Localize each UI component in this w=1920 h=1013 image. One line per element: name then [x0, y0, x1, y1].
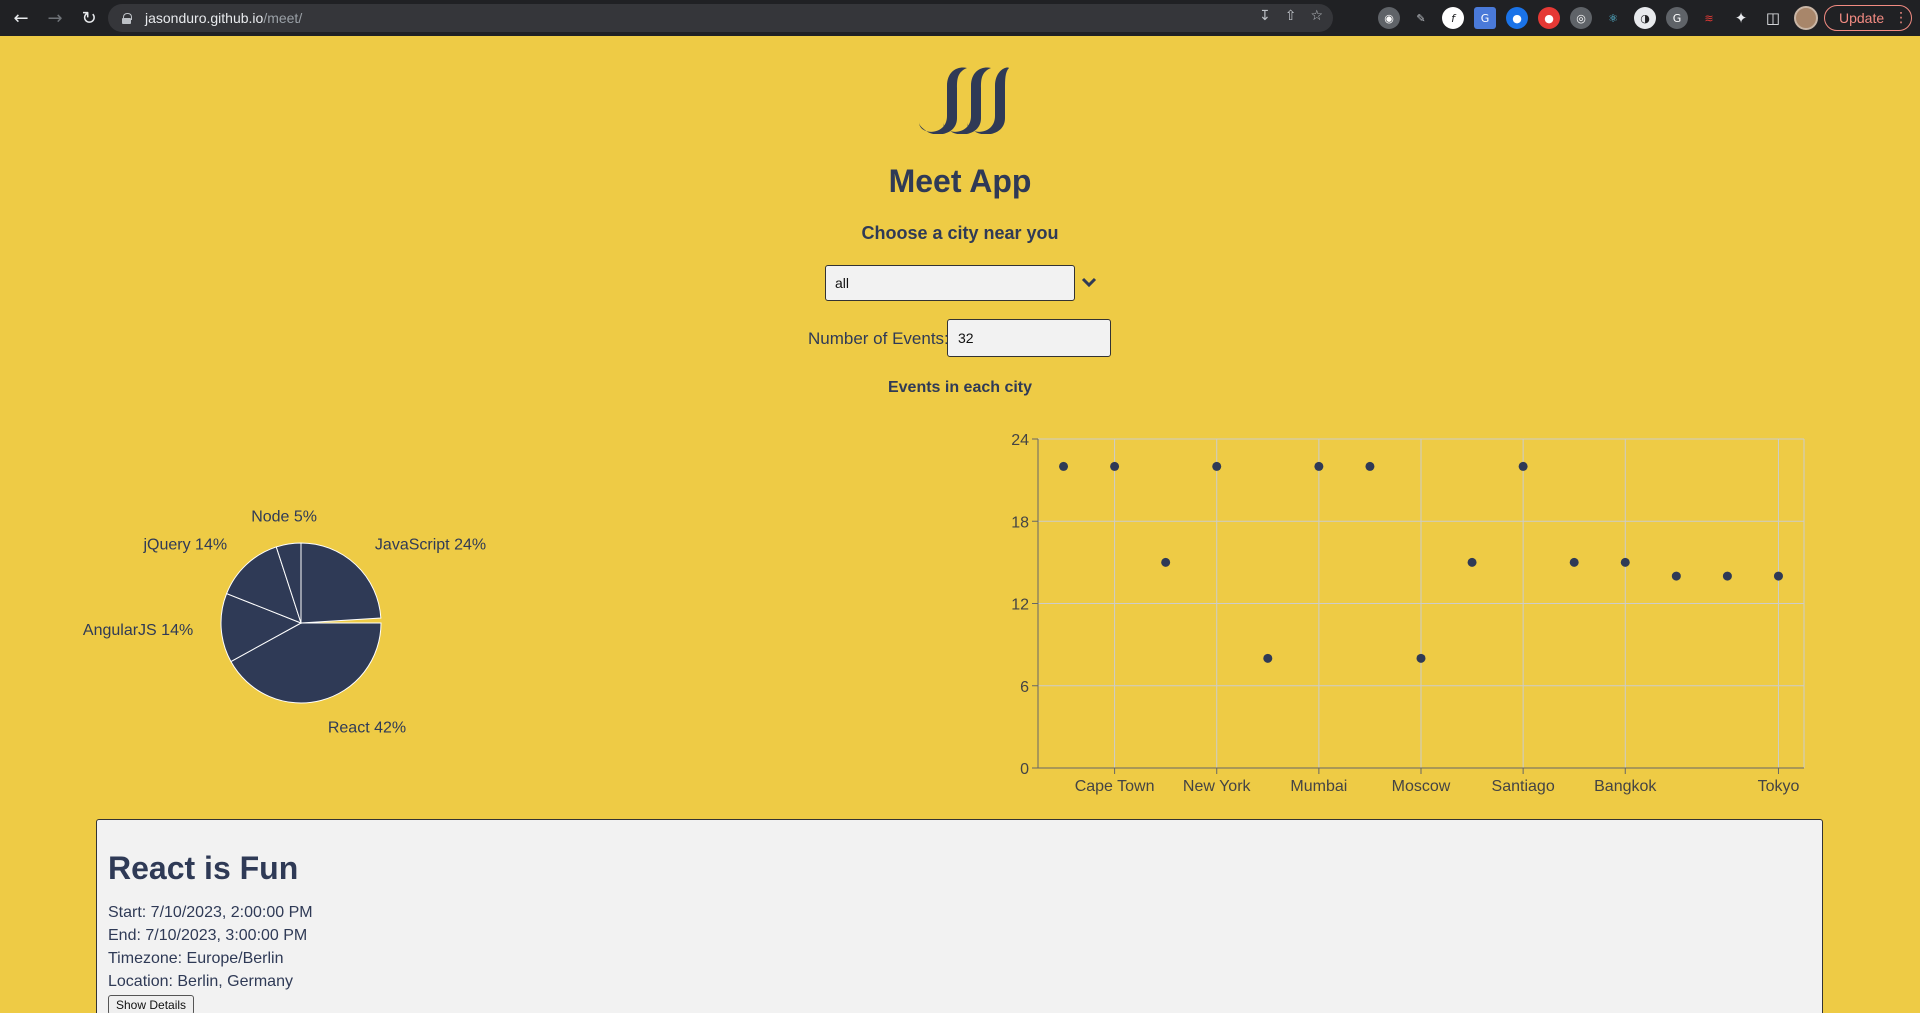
scatter-point[interactable]	[1467, 557, 1477, 567]
update-button[interactable]: Update ⋮	[1824, 5, 1912, 31]
x-tick-label: Mumbai	[1290, 778, 1347, 795]
redux-extension-icon[interactable]: ≋	[1698, 7, 1720, 29]
event-card: React is Fun Start: 7/10/2023, 2:00:00 P…	[96, 819, 1823, 1013]
side-panel-icon[interactable]: ◫	[1762, 7, 1784, 29]
event-start: Start: 7/10/2023, 2:00:00 PM	[108, 904, 313, 921]
y-tick-label: 12	[1011, 597, 1029, 614]
event-location: Location: Berlin, Germany	[108, 973, 293, 990]
grammar-extension-icon[interactable]: G	[1666, 7, 1688, 29]
app-title: Meet App	[888, 163, 1032, 199]
scatter-point[interactable]	[1518, 461, 1528, 471]
red-extension-icon[interactable]: ●	[1538, 7, 1560, 29]
chevron-down-icon[interactable]	[1080, 273, 1098, 291]
ring-extension-icon[interactable]: ◎	[1570, 7, 1592, 29]
scatter-point[interactable]	[1569, 557, 1579, 567]
menu-dots-icon: ⋮	[1894, 10, 1909, 26]
y-tick-label: 0	[1020, 761, 1029, 778]
font-extension-icon[interactable]: f	[1442, 7, 1464, 29]
scatter-point[interactable]	[1773, 571, 1783, 581]
event-timezone: Timezone: Europe/Berlin	[108, 950, 284, 967]
scatter-point[interactable]	[1620, 557, 1630, 567]
puzzle-extensions-icon[interactable]: ✦	[1730, 7, 1752, 29]
genre-pie-chart: React 42% AngularJS 14% jQuery 14% Node 5% J…	[83, 508, 486, 737]
circle-extension-icon[interactable]: ◑	[1634, 7, 1656, 29]
x-tick-label: New York	[1183, 778, 1252, 795]
number-of-events-input[interactable]	[947, 319, 1111, 357]
pie-label-angularjs: AngularJS 14%	[83, 622, 193, 639]
event-end: End: 7/10/2023, 3:00:00 PM	[108, 927, 308, 944]
back-icon[interactable]: ←	[8, 5, 34, 31]
event-title: React is Fun	[108, 850, 299, 886]
scatter-point[interactable]	[1365, 461, 1375, 471]
y-tick-label: 6	[1020, 679, 1029, 696]
meet-app-logo	[919, 67, 1009, 134]
scatter-point[interactable]	[1671, 571, 1681, 581]
x-tick-label: Tokyo	[1758, 778, 1800, 795]
y-tick-label: 18	[1011, 514, 1029, 531]
install-icon[interactable]: ↧	[1259, 8, 1271, 24]
translate-extension-icon[interactable]: G	[1474, 7, 1496, 29]
blue-extension-icon[interactable]: ●	[1506, 7, 1528, 29]
x-tick-label: Moscow	[1392, 778, 1451, 795]
scatter-point[interactable]	[1059, 461, 1069, 471]
scatter-point[interactable]	[1314, 461, 1324, 471]
x-tick-label: Cape Town	[1075, 778, 1155, 795]
share-icon[interactable]: ⇧	[1285, 8, 1297, 24]
pen-extension-icon[interactable]: ✎	[1410, 7, 1432, 29]
profile-avatar[interactable]	[1794, 6, 1818, 30]
update-label: Update	[1839, 10, 1885, 26]
pie-label-jquery: jQuery 14%	[142, 536, 227, 553]
scatter-point[interactable]	[1212, 461, 1222, 471]
pie-label-node: Node 5%	[251, 508, 317, 525]
scatter-point[interactable]	[1110, 461, 1120, 471]
x-tick-label: Bangkok	[1594, 778, 1657, 795]
pie-label-react: React 42%	[328, 720, 406, 737]
bookmark-star-icon[interactable]: ☆	[1310, 8, 1323, 24]
number-of-events-label: Number of Events:	[808, 329, 949, 348]
scatter-point[interactable]	[1722, 571, 1732, 581]
pie-label-javascript: JavaScript 24%	[375, 536, 486, 553]
scatter-point[interactable]	[1161, 557, 1171, 567]
y-tick-label: 24	[1011, 432, 1029, 449]
address-bar[interactable]: jasonduro.github.io/meet/ ↧ ⇧ ☆	[108, 4, 1333, 32]
events-chart-heading: Events in each city	[887, 379, 1033, 396]
browser-toolbar: ← → ↻ jasonduro.github.io/meet/ ↧ ⇧ ☆ ◉ …	[0, 0, 1920, 36]
pie-slice-javascript	[300, 542, 382, 624]
city-search-input[interactable]	[825, 265, 1075, 301]
x-tick-label: Santiago	[1492, 778, 1555, 795]
camera-extension-icon[interactable]: ◉	[1378, 7, 1400, 29]
forward-icon[interactable]: →	[42, 5, 68, 31]
city-search-label: Choose a city near you	[861, 223, 1059, 243]
react-devtools-icon[interactable]: ⚛	[1602, 7, 1624, 29]
reload-icon[interactable]: ↻	[76, 5, 102, 31]
scatter-point[interactable]	[1263, 653, 1273, 663]
url-host: jasonduro.github.io	[145, 10, 264, 26]
lock-icon	[122, 12, 132, 24]
url-path: /meet/	[263, 10, 303, 26]
show-details-button[interactable]: Show Details	[108, 995, 195, 1013]
events-scatter-chart: 0 6 12 18 24 Cape Town New York Mumbai Moscow San…	[1011, 432, 1805, 795]
scatter-point[interactable]	[1416, 653, 1426, 663]
